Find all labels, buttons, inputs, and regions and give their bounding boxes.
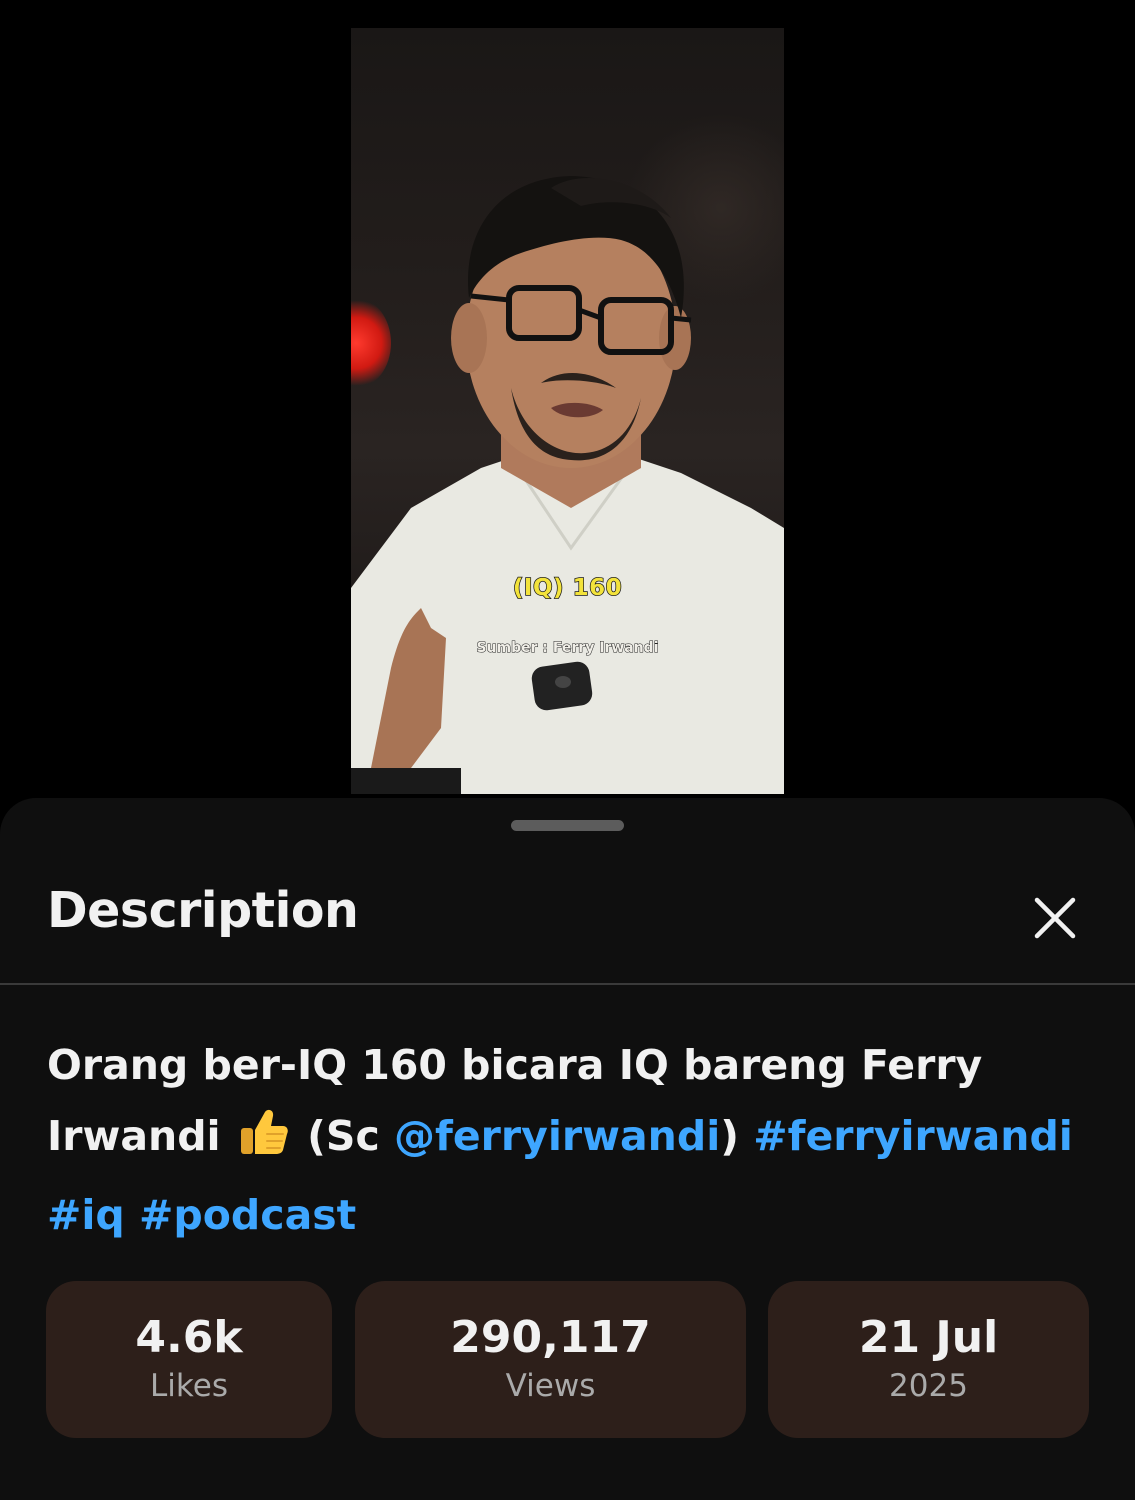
description-text: ) — [720, 1112, 739, 1160]
drag-handle[interactable] — [511, 820, 624, 831]
video-description: Orang ber-IQ 160 bicara IQ bareng Ferry … — [47, 1030, 1087, 1251]
hashtag-link[interactable]: #iq — [47, 1191, 125, 1239]
likes-count: 4.6k — [135, 1311, 243, 1363]
video-frame[interactable]: (IQ) 160 Sumber : Ferry Irwandi — [351, 28, 784, 794]
publish-date: 21 Jul — [858, 1311, 999, 1363]
likes-stat-card: 4.6k Likes — [46, 1281, 332, 1438]
video-player[interactable]: (IQ) 160 Sumber : Ferry Irwandi — [0, 0, 1135, 800]
views-stat-card: 290,117 Views — [355, 1281, 746, 1438]
likes-label: Likes — [150, 1367, 228, 1404]
publish-year: 2025 — [889, 1367, 968, 1404]
description-text: (Sc — [307, 1112, 380, 1160]
video-source-caption: Sumber : Ferry Irwandi — [476, 640, 659, 657]
views-count: 290,117 — [450, 1311, 651, 1363]
divider — [0, 983, 1135, 985]
close-button[interactable] — [1026, 889, 1084, 947]
speaker-figure — [351, 176, 784, 794]
description-sheet: Description Orang ber-IQ 160 bicara IQ b… — [0, 798, 1135, 1500]
hashtag-link[interactable]: #podcast — [139, 1191, 356, 1239]
channel-mention-link[interactable]: @ferryirwandi — [394, 1112, 720, 1160]
sheet-title: Description — [47, 882, 359, 939]
video-caption: (IQ) 160 — [512, 574, 623, 602]
thumbs-up-icon — [237, 1106, 289, 1180]
hashtag-link[interactable]: #ferryirwandi — [753, 1112, 1073, 1160]
views-label: Views — [505, 1367, 596, 1404]
date-stat-card: 21 Jul 2025 — [768, 1281, 1089, 1438]
close-icon — [1034, 897, 1076, 939]
